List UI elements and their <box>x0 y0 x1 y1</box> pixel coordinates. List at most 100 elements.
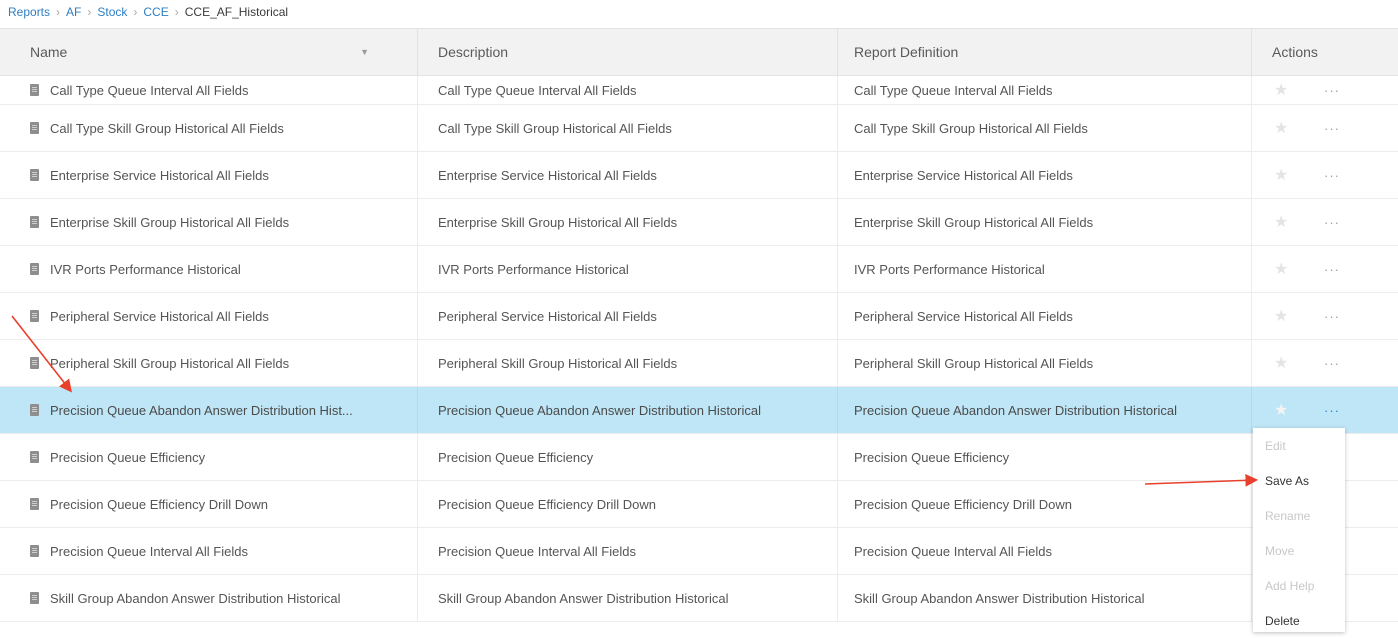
report-name[interactable]: Skill Group Abandon Answer Distribution … <box>50 591 340 606</box>
report-description: Enterprise Skill Group Historical All Fi… <box>438 214 678 230</box>
more-actions-icon[interactable]: ··· <box>1324 215 1340 230</box>
favorite-star-icon[interactable]: ★ <box>1274 306 1304 326</box>
report-description: Skill Group Abandon Answer Distribution … <box>438 590 729 606</box>
table-row[interactable]: Enterprise Skill Group Historical All Fi… <box>0 199 1398 246</box>
report-document-icon <box>30 545 39 557</box>
actions-context-menu: Edit Save As Rename Move Add Help Delete <box>1253 428 1345 632</box>
cell-name[interactable]: IVR Ports Performance Historical <box>0 246 418 292</box>
table-row[interactable]: Precision Queue Efficiency Drill Down Pre… <box>0 481 1398 528</box>
more-actions-icon[interactable]: ··· <box>1324 309 1340 324</box>
cell-description: Precision Queue Abandon Answer Distribut… <box>418 387 838 433</box>
more-actions-icon[interactable]: ··· <box>1324 83 1340 98</box>
table-row[interactable]: Call Type Skill Group Historical All Fie… <box>0 105 1398 152</box>
report-description: Precision Queue Abandon Answer Distribut… <box>438 402 762 418</box>
table-row[interactable]: Peripheral Service Historical All Fields… <box>0 293 1398 340</box>
breadcrumb-reports[interactable]: Reports <box>8 5 50 19</box>
table-row[interactable]: Precision Queue Efficiency Precision Queu… <box>0 434 1398 481</box>
column-header-definition: Report Definition <box>838 29 1252 75</box>
name-wrapper: Enterprise Skill Group Historical All Fi… <box>30 215 289 230</box>
table-row[interactable]: Call Type Queue Interval All Fields Call … <box>0 76 1398 105</box>
report-definition: Enterprise Service Historical All Fields <box>854 167 1073 183</box>
cell-name[interactable]: Call Type Skill Group Historical All Fie… <box>0 105 418 151</box>
more-actions-icon[interactable]: ··· <box>1324 403 1340 418</box>
cell-name[interactable]: Peripheral Skill Group Historical All Fi… <box>0 340 418 386</box>
report-name[interactable]: Peripheral Service Historical All Fields <box>50 309 269 324</box>
column-header-actions: Actions <box>1252 29 1398 75</box>
report-definition: Precision Queue Efficiency Drill Down <box>854 496 1072 512</box>
report-document-icon <box>30 263 39 275</box>
report-name[interactable]: Call Type Queue Interval All Fields <box>50 83 248 98</box>
report-description: IVR Ports Performance Historical <box>438 261 629 277</box>
cell-name[interactable]: Precision Queue Abandon Answer Distribut… <box>0 387 418 433</box>
name-wrapper: Call Type Skill Group Historical All Fie… <box>30 121 284 136</box>
menu-item-delete[interactable]: Delete <box>1253 603 1345 638</box>
cell-description: Enterprise Service Historical All Fields <box>418 152 838 198</box>
cell-definition: Enterprise Service Historical All Fields <box>838 152 1252 198</box>
report-document-icon <box>30 357 39 369</box>
table-row[interactable]: Precision Queue Interval All Fields Preci… <box>0 528 1398 575</box>
cell-name[interactable]: Skill Group Abandon Answer Distribution … <box>0 575 418 621</box>
cell-name[interactable]: Call Type Queue Interval All Fields <box>0 76 418 104</box>
favorite-star-icon[interactable]: ★ <box>1274 353 1304 373</box>
cell-definition: Precision Queue Interval All Fields <box>838 528 1252 574</box>
report-document-icon <box>30 84 39 96</box>
more-actions-icon[interactable]: ··· <box>1324 262 1340 277</box>
more-actions-icon[interactable]: ··· <box>1324 168 1340 183</box>
cell-name[interactable]: Enterprise Skill Group Historical All Fi… <box>0 199 418 245</box>
cell-description: Precision Queue Efficiency <box>418 434 838 480</box>
more-actions-icon[interactable]: ··· <box>1324 356 1340 371</box>
report-name[interactable]: Enterprise Skill Group Historical All Fi… <box>50 215 289 230</box>
favorite-star-icon[interactable]: ★ <box>1274 80 1304 100</box>
table-row[interactable]: Enterprise Service Historical All Fields… <box>0 152 1398 199</box>
report-name[interactable]: Precision Queue Abandon Answer Distribut… <box>50 403 353 418</box>
table-row[interactable]: Skill Group Abandon Answer Distribution … <box>0 575 1398 622</box>
reports-table: Name ▼ Description Report Definition Act… <box>0 28 1398 622</box>
report-description: Peripheral Service Historical All Fields <box>438 308 657 324</box>
breadcrumb-af[interactable]: AF <box>66 5 81 19</box>
cell-name[interactable]: Precision Queue Interval All Fields <box>0 528 418 574</box>
cell-description: Call Type Skill Group Historical All Fie… <box>418 105 838 151</box>
report-name[interactable]: Peripheral Skill Group Historical All Fi… <box>50 356 289 371</box>
favorite-star-icon[interactable]: ★ <box>1274 400 1304 420</box>
breadcrumb-stock[interactable]: Stock <box>97 5 127 19</box>
cell-definition: Peripheral Skill Group Historical All Fi… <box>838 340 1252 386</box>
column-header-name[interactable]: Name ▼ <box>0 29 418 75</box>
report-name[interactable]: Precision Queue Efficiency Drill Down <box>50 497 268 512</box>
name-wrapper: Precision Queue Efficiency Drill Down <box>30 497 268 512</box>
cell-definition: Precision Queue Efficiency Drill Down <box>838 481 1252 527</box>
favorite-star-icon[interactable]: ★ <box>1274 259 1304 279</box>
report-definition: Peripheral Skill Group Historical All Fi… <box>854 355 1094 371</box>
report-definition: Precision Queue Efficiency <box>854 449 1010 465</box>
menu-item-save-as[interactable]: Save As <box>1253 463 1345 498</box>
cell-name[interactable]: Peripheral Service Historical All Fields <box>0 293 418 339</box>
cell-definition: Skill Group Abandon Answer Distribution … <box>838 575 1252 621</box>
column-header-description: Description <box>418 29 838 75</box>
cell-name[interactable]: Precision Queue Efficiency Drill Down <box>0 481 418 527</box>
report-name[interactable]: Call Type Skill Group Historical All Fie… <box>50 121 284 136</box>
report-name[interactable]: Precision Queue Efficiency <box>50 450 205 465</box>
sort-caret-icon[interactable]: ▼ <box>360 47 369 57</box>
cell-name[interactable]: Enterprise Service Historical All Fields <box>0 152 418 198</box>
table-row[interactable]: Precision Queue Abandon Answer Distribut… <box>0 387 1398 434</box>
breadcrumb-separator: › <box>56 5 61 19</box>
cell-actions: ★ ··· <box>1252 340 1398 386</box>
favorite-star-icon[interactable]: ★ <box>1274 212 1304 232</box>
name-wrapper: IVR Ports Performance Historical <box>30 262 241 277</box>
report-document-icon <box>30 592 39 604</box>
table-row[interactable]: Peripheral Skill Group Historical All Fi… <box>0 340 1398 387</box>
report-document-icon <box>30 122 39 134</box>
report-name[interactable]: Precision Queue Interval All Fields <box>50 544 248 559</box>
favorite-star-icon[interactable]: ★ <box>1274 118 1304 138</box>
menu-item-add-help: Add Help <box>1265 578 1315 593</box>
more-actions-icon[interactable]: ··· <box>1324 121 1340 136</box>
name-wrapper: Precision Queue Interval All Fields <box>30 544 248 559</box>
table-row[interactable]: IVR Ports Performance Historical IVR Port… <box>0 246 1398 293</box>
report-description: Precision Queue Efficiency Drill Down <box>438 496 656 512</box>
favorite-star-icon[interactable]: ★ <box>1274 165 1304 185</box>
table-header: Name ▼ Description Report Definition Act… <box>0 28 1398 76</box>
report-name[interactable]: Enterprise Service Historical All Fields <box>50 168 269 183</box>
report-name[interactable]: IVR Ports Performance Historical <box>50 262 241 277</box>
cell-name[interactable]: Precision Queue Efficiency <box>0 434 418 480</box>
breadcrumb-cce[interactable]: CCE <box>143 5 168 19</box>
cell-definition: Call Type Queue Interval All Fields <box>838 76 1252 104</box>
